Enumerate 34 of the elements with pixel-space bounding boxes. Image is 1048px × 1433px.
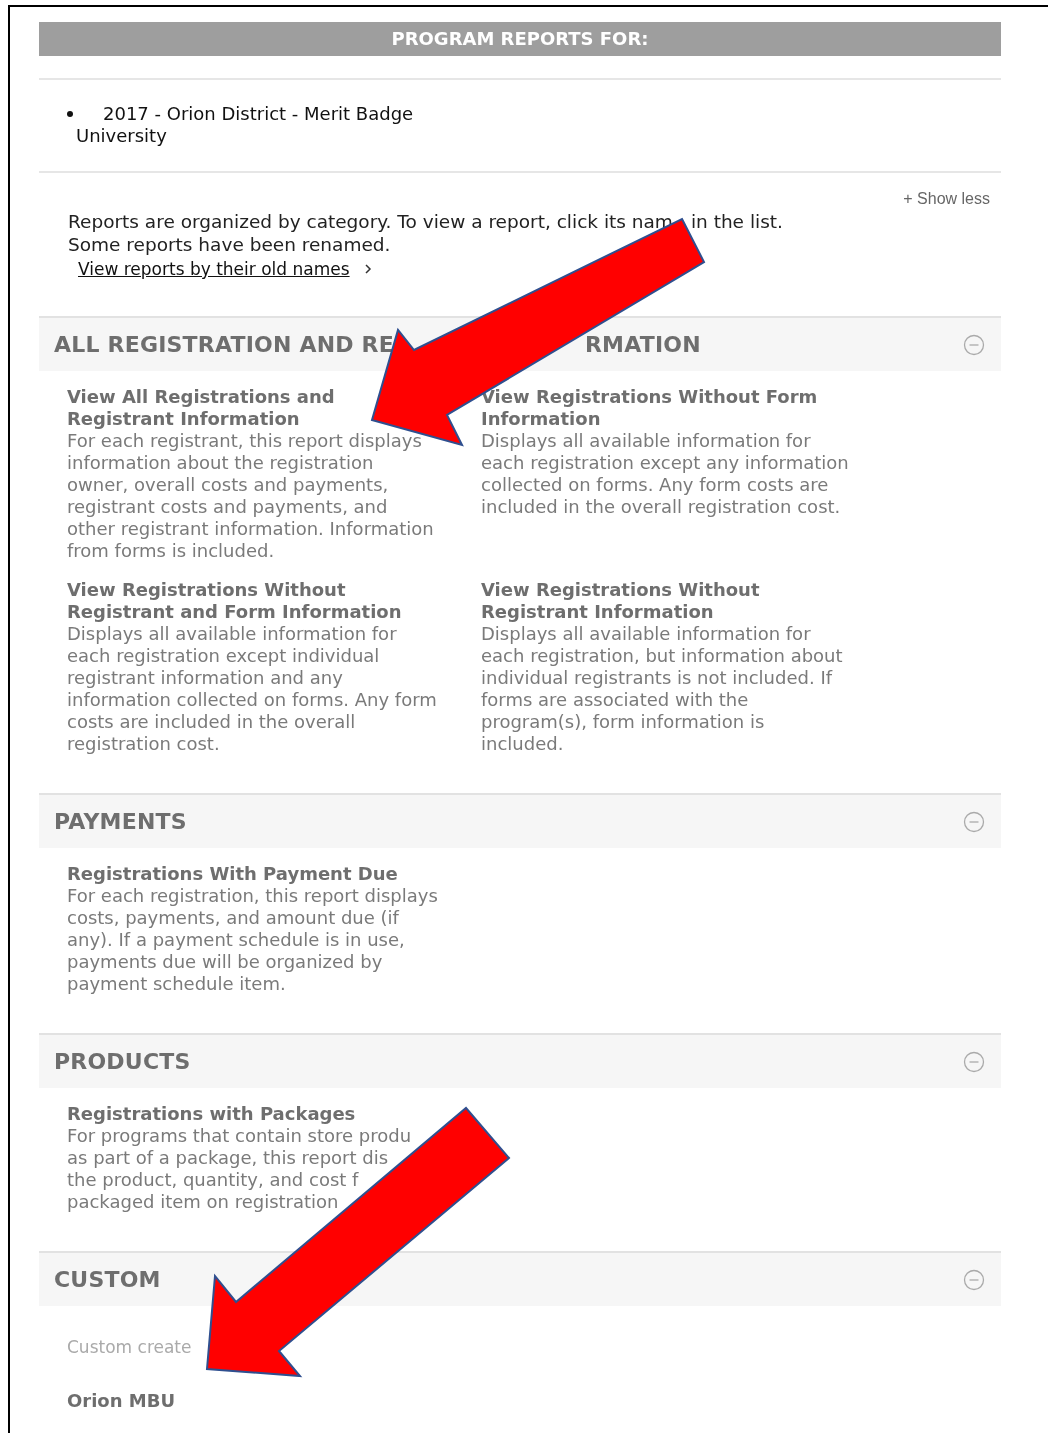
report-description: For each registrant, this report displays information about the registration owner, overall costs and payments, registrant costs and payments, and other registrant information. Information from forms is included. xyxy=(67,430,435,562)
report-link[interactable]: Registrations with Packages xyxy=(67,1103,481,1125)
report-link[interactable]: Orion MBU xyxy=(67,1390,481,1412)
collapse-icon[interactable] xyxy=(963,333,985,356)
report-description: Displays all available information for each registration, but information about individual registrants is not included. If forms are associated with the program(s), form information is included. xyxy=(481,623,844,755)
collapse-icon[interactable] xyxy=(963,810,985,833)
bullet-icon xyxy=(67,111,73,117)
report-link[interactable]: View Registrations Without Form Information xyxy=(481,386,895,430)
intro-text: in the list. xyxy=(690,210,783,233)
page-header: PROGRAM REPORTS FOR: xyxy=(39,22,1001,56)
report-link[interactable]: View Registrations Without Registrant Information xyxy=(481,579,895,623)
section-title: RMATION xyxy=(584,332,701,357)
section-note: Custom create xyxy=(67,1336,193,1358)
section-title: PRODUCTS xyxy=(54,1049,191,1074)
show-less-link[interactable]: + Show less xyxy=(903,190,990,208)
section-title: CUSTOM xyxy=(54,1267,161,1292)
section-header[interactable]: PAYMENTS xyxy=(39,793,1001,848)
chevron-right-icon[interactable] xyxy=(363,264,372,274)
section-title: ALL REGISTRATION AND RE xyxy=(54,332,394,357)
report-link[interactable]: View All Registrations and Registrant Information xyxy=(67,386,481,430)
collapse-icon[interactable] xyxy=(963,1268,985,1291)
section-title: PAYMENTS xyxy=(54,809,187,834)
intro-text: Some reports have been renamed. xyxy=(68,233,391,256)
report-description: Displays all available information for each registration except any information collected on forms. Any form costs are included in the overall registration cost. xyxy=(481,430,850,518)
program-name: 2017 - Orion District - Merit Badge University xyxy=(76,103,415,147)
report-link[interactable]: View Registrations Without Registrant and Form Information xyxy=(67,579,481,623)
old-names-link[interactable]: View reports by their old names xyxy=(78,259,350,279)
section-header[interactable]: PRODUCTS xyxy=(39,1033,1001,1088)
report-description: For programs that contain store produ as part of a package, this report dis the product, quantity, and cost f packaged item on registration xyxy=(67,1125,413,1213)
report-link[interactable]: Registrations With Payment Due xyxy=(67,863,481,885)
report-description: For each registration, this report displays costs, payments, and amount due (if any). If a payment schedule is in use, payments due will be organized by payment schedule item. xyxy=(67,885,439,995)
report-description: Displays all available information for each registration except individual registrant information and any information collected on forms. Any form costs are included in the overall registration cost. xyxy=(67,623,438,755)
intro-text: Reports are organized by category. To view a report, click its nam xyxy=(68,210,673,233)
collapse-icon[interactable] xyxy=(963,1050,985,1073)
